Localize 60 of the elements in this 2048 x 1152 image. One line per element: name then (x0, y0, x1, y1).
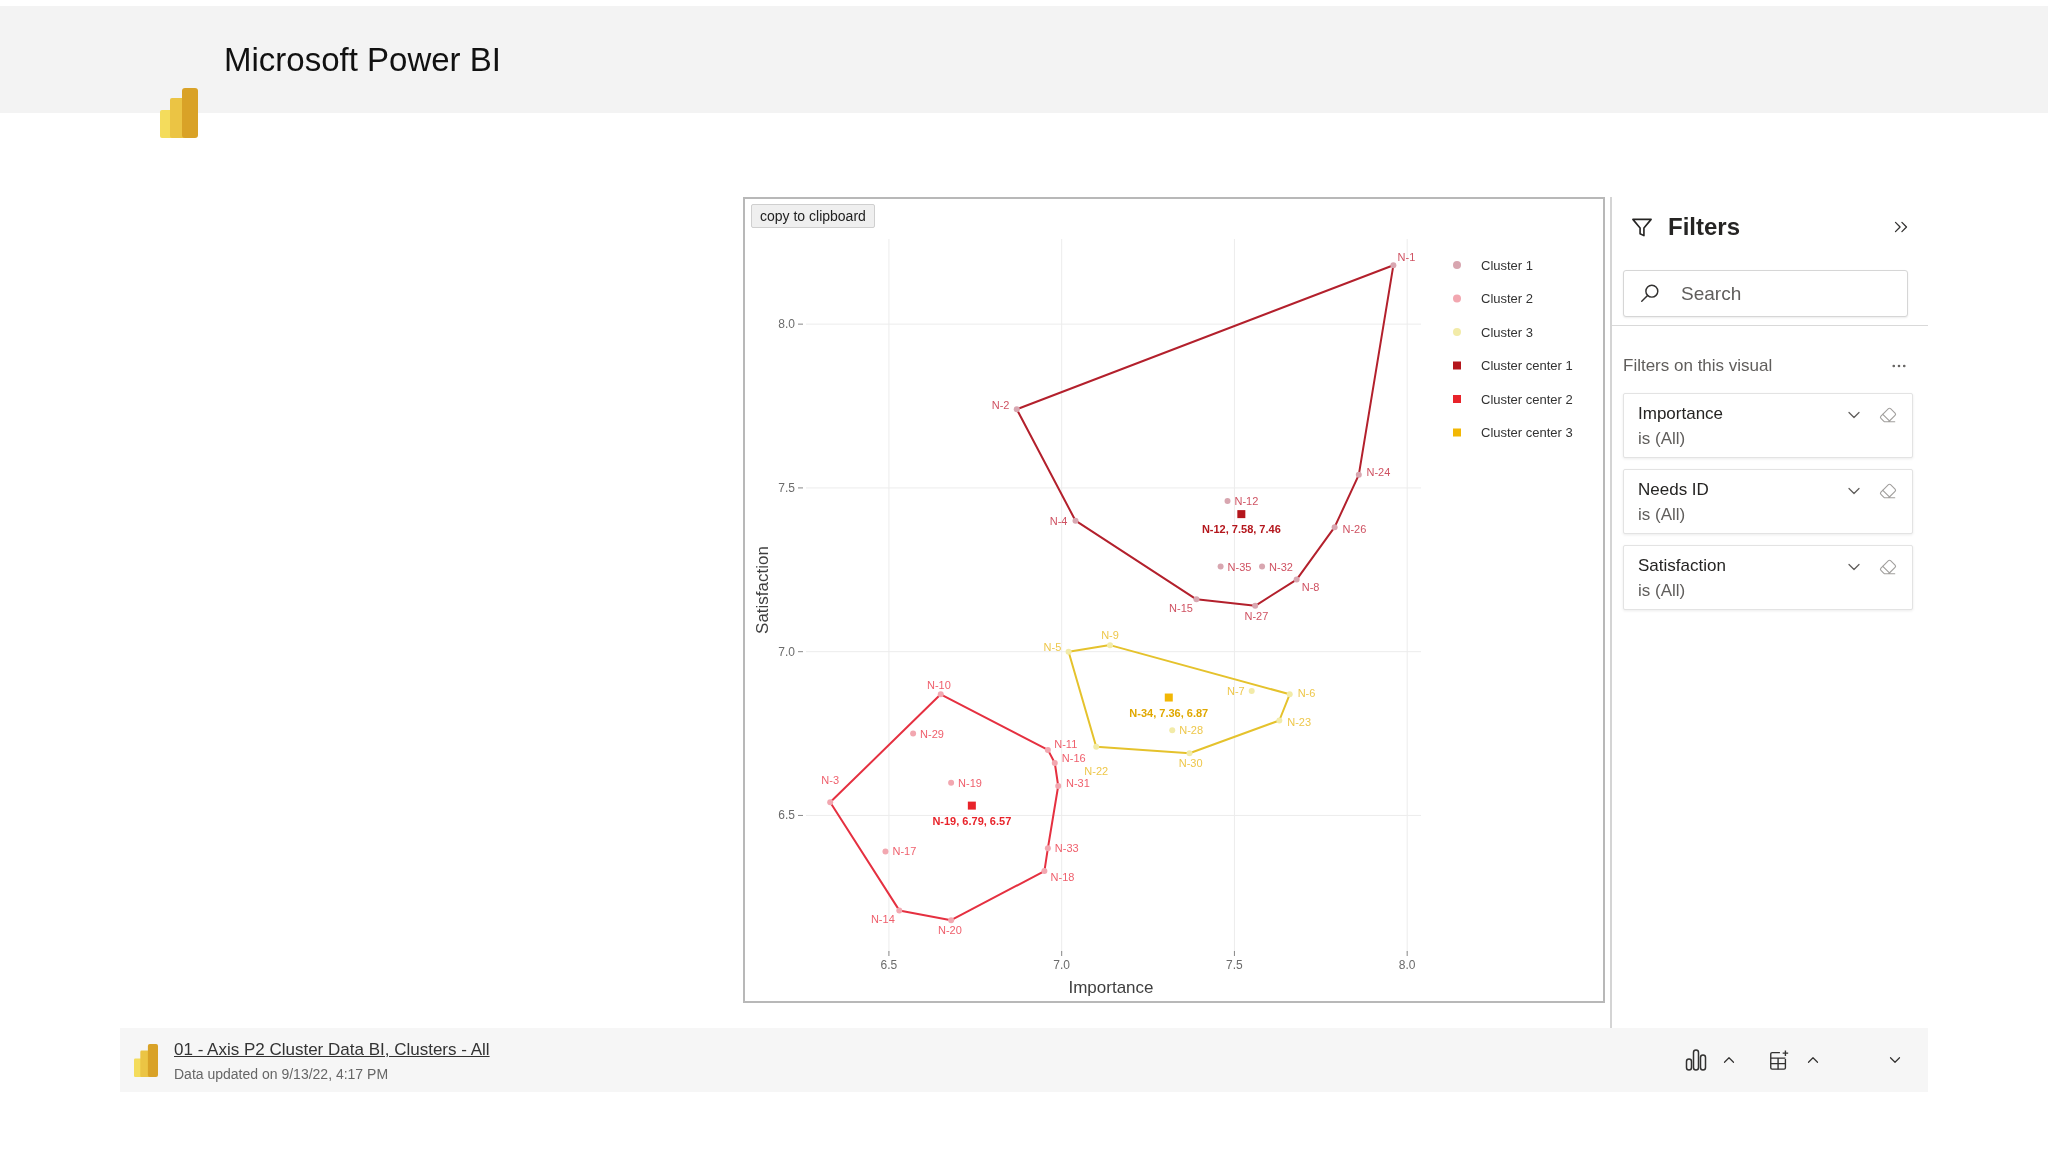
x-tick-label: 8.0 (1398, 958, 1416, 972)
point-label: N-8 (1301, 581, 1320, 594)
legend-label: Cluster 2 (1481, 291, 1534, 306)
point-label: N-10 (926, 678, 951, 691)
point-label: N-26 (1342, 522, 1367, 535)
legend-label: Cluster 3 (1481, 324, 1534, 340)
point-label: N-6 (1297, 687, 1316, 700)
data-updated-text: Data updated on 9/13/22, 4:17 PM (174, 1065, 390, 1082)
y-tick-label: 7.0 (778, 644, 795, 659)
point-label: N-12 (1234, 495, 1259, 507)
point-label: N-28 (1179, 724, 1204, 737)
point-label: N-32 (1269, 560, 1293, 573)
y-axis-title: Satisfaction (753, 546, 772, 634)
point-label: N-29 (920, 727, 944, 740)
point-label: N-14 (870, 912, 895, 925)
x-tick-label: 7.5 (1226, 958, 1243, 972)
filter-condition: is (All) (1638, 428, 1687, 450)
point-label: N-9 (1101, 629, 1119, 642)
legend-label: Cluster center 3 (1481, 425, 1573, 440)
y-tick-label: 8.0 (778, 317, 795, 332)
point-label: N-27 (1244, 609, 1269, 622)
point-label: N-1 (1397, 250, 1416, 263)
point-label: N-35 (1227, 560, 1252, 573)
x-tick-label: 7.0 (1053, 958, 1070, 972)
filter-condition: is (All) (1638, 504, 1687, 526)
filter-field-name: Satisfaction (1638, 555, 1726, 577)
center-label: N-19, 6.79, 6.57 (932, 814, 1012, 827)
point-label: N-30 (1178, 757, 1203, 770)
y-tick-label: 7.5 (778, 480, 795, 495)
point-label: N-33 (1054, 842, 1079, 855)
point-label: N-23 (1287, 716, 1312, 729)
x-tick-label: 6.5 (880, 958, 898, 972)
filter-field-name: Importance (1638, 403, 1724, 425)
point-label: N-31 (1065, 777, 1090, 790)
point-label: N-4 (1049, 515, 1068, 528)
legend-label: Cluster center 1 (1481, 358, 1573, 373)
point-label: N-3 (821, 774, 840, 787)
center-label: N-12, 7.58, 7.46 (1201, 523, 1281, 536)
y-tick-label: 6.5 (778, 808, 795, 823)
x-axis-title: Importance (1068, 978, 1154, 997)
point-label: N-16 (1061, 752, 1086, 765)
point-label: N-18 (1050, 871, 1075, 884)
point-label: N-2 (991, 399, 1010, 412)
point-label: N-15 (1169, 602, 1193, 615)
filter-condition: is (All) (1638, 580, 1687, 602)
point-label: N-11 (1054, 737, 1078, 750)
point-label: N-7 (1226, 685, 1245, 697)
section-title: Filters on this visual (1623, 355, 1773, 378)
legend-label: Cluster 1 (1481, 257, 1534, 273)
app-title: Microsoft Power BI (224, 43, 501, 76)
legend-label: Cluster center 2 (1481, 391, 1573, 407)
point-label: N-22 (1084, 764, 1109, 777)
point-label: N-17 (892, 845, 917, 858)
point-label: N-20 (937, 924, 962, 937)
point-label: N-5 (1043, 641, 1062, 654)
center-label: N-34, 7.36, 6.87 (1129, 706, 1209, 719)
point-label: N-19 (958, 776, 982, 789)
filters-title: Filters (1668, 215, 1741, 239)
filter-field-name: Needs ID (1638, 479, 1709, 501)
point-label: N-24 (1366, 465, 1391, 478)
